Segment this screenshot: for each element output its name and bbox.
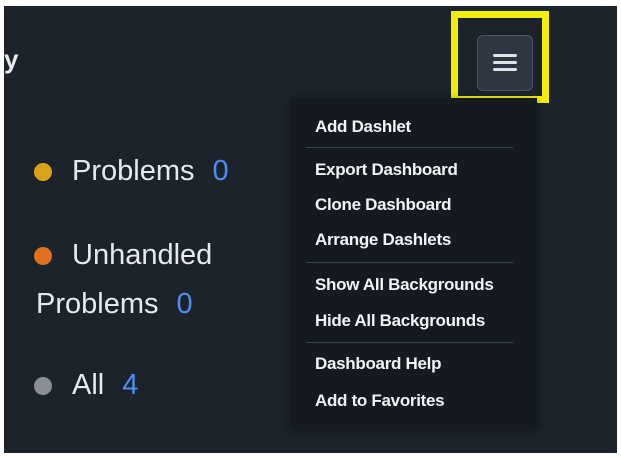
unhandled-label-line2: Problems: [36, 288, 159, 320]
problems-label: Problems: [72, 155, 195, 187]
menu-item-add-dashlet[interactable]: Add Dashlet: [315, 117, 411, 137]
menu-item-hide-all-backgrounds[interactable]: Hide All Backgrounds: [315, 311, 485, 331]
dashboard-menu-button[interactable]: [477, 35, 533, 91]
all-label: All: [72, 369, 105, 401]
menu-item-add-to-favorites[interactable]: Add to Favorites: [315, 391, 445, 411]
problems-count[interactable]: 0: [213, 155, 229, 187]
dashboard-frame: y Problems 0 Unhandled Problems 0 All 4 Add…: [4, 6, 617, 453]
all-count[interactable]: 4: [122, 369, 138, 401]
menu-item-show-all-backgrounds[interactable]: Show All Backgrounds: [315, 275, 494, 295]
menu-item-export-dashboard[interactable]: Export Dashboard: [315, 160, 458, 180]
all-status-dot: [34, 377, 52, 395]
menu-divider: [306, 262, 513, 263]
menu-item-clone-dashboard[interactable]: Clone Dashboard: [315, 195, 452, 215]
unhandled-status-dot: [34, 247, 52, 265]
menu-divider: [306, 342, 513, 343]
problems-status-dot: [34, 163, 52, 181]
unhandled-stat-line1: Unhandled: [72, 238, 212, 272]
menu-item-dashboard-help[interactable]: Dashboard Help: [315, 354, 441, 374]
menu-item-arrange-dashlets[interactable]: Arrange Dashlets: [315, 230, 451, 250]
problems-stat: Problems 0: [72, 154, 229, 188]
dashboard-actions-menu: Add Dashlet Export Dashboard Clone Dashb…: [291, 98, 537, 428]
unhandled-label-line1: Unhandled: [72, 239, 213, 271]
unhandled-stat-line2: Problems 0: [36, 287, 193, 321]
hamburger-icon: [493, 54, 517, 72]
unhandled-count[interactable]: 0: [177, 288, 193, 320]
menu-divider: [306, 147, 513, 148]
page-title: y: [4, 44, 19, 74]
all-stat: All 4: [72, 368, 138, 402]
